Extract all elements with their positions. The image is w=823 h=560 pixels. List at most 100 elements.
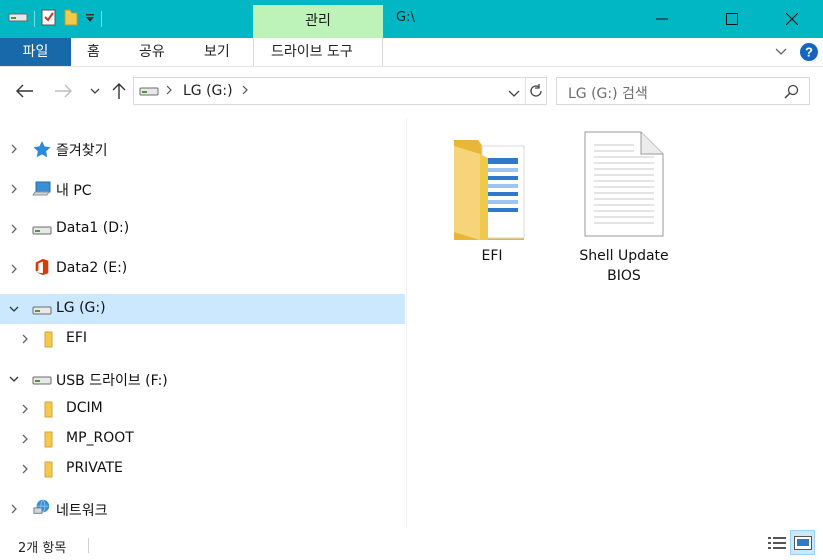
pane-divider[interactable] xyxy=(406,118,407,528)
nav-item-this-pc[interactable]: 내 PC xyxy=(0,174,405,204)
chevron-right-icon[interactable] xyxy=(8,503,20,515)
search-icon[interactable] xyxy=(784,84,799,103)
arrow-up-icon xyxy=(112,83,126,99)
breadcrumb-current[interactable]: LG (G:) xyxy=(183,83,233,99)
close-button[interactable] xyxy=(769,0,815,38)
expand-ribbon-button[interactable] xyxy=(774,45,788,63)
nav-item-lg-drive[interactable]: LG (G:) xyxy=(0,294,405,324)
folder-icon xyxy=(44,331,53,348)
chevron-right-icon[interactable] xyxy=(19,333,31,345)
chevron-down-icon xyxy=(508,90,520,97)
up-button[interactable] xyxy=(108,80,130,102)
details-view-icon xyxy=(767,536,786,549)
drive-icon xyxy=(32,306,52,315)
breadcrumb-chevron-icon[interactable] xyxy=(165,84,173,100)
tab-file[interactable]: 파일 xyxy=(0,38,71,66)
arrow-left-icon xyxy=(16,84,33,98)
tab-view[interactable]: 보기 xyxy=(204,38,230,66)
nav-item-usb-drive[interactable]: USB 드라이브 (F:) xyxy=(0,364,405,394)
nav-label: 네트워크 xyxy=(56,503,108,519)
chevron-right-icon[interactable] xyxy=(8,183,20,195)
text-file-icon xyxy=(584,131,664,237)
tab-drive-tools[interactable]: 드라이브 도구 xyxy=(271,38,353,66)
nav-label: EFI xyxy=(66,330,88,346)
drive-icon xyxy=(32,226,52,235)
drive-icon xyxy=(139,84,159,102)
tab-home[interactable]: 홈 xyxy=(87,38,100,66)
status-bar: 2개 항목 xyxy=(0,530,823,560)
chevron-right-icon[interactable] xyxy=(19,463,31,475)
address-history-button[interactable] xyxy=(508,87,520,102)
chevron-down-icon[interactable] xyxy=(8,373,20,385)
folder-icon xyxy=(44,461,53,478)
recent-locations-button[interactable] xyxy=(84,80,106,102)
refresh-button[interactable] xyxy=(528,83,544,103)
details-view-button[interactable] xyxy=(764,530,789,555)
office-icon xyxy=(35,258,49,276)
nav-item-private-folder[interactable]: PRIVATE xyxy=(0,454,405,484)
qat-divider xyxy=(101,11,102,27)
nav-label: PRIVATE xyxy=(66,460,123,476)
title-bar: 관리 G:\ xyxy=(0,0,823,38)
maximize-icon xyxy=(726,13,738,25)
nav-label: 즐겨찾기 xyxy=(56,143,108,159)
breadcrumb-chevron-icon[interactable] xyxy=(241,84,249,100)
refresh-icon xyxy=(530,84,542,97)
file-name-line1: Shell Update xyxy=(579,248,669,264)
ribbon-tabs: 파일 홈 공유 보기 드라이브 도구 ? xyxy=(0,38,823,67)
address-divider xyxy=(525,78,526,104)
nav-label: LG (G:) xyxy=(56,300,106,316)
properties-icon[interactable] xyxy=(41,8,57,30)
nav-label: MP_ROOT xyxy=(66,430,134,446)
minimize-icon xyxy=(656,18,668,20)
nav-item-dcim-folder[interactable]: DCIM xyxy=(0,394,405,424)
pc-icon xyxy=(32,181,51,196)
nav-label: Data2 (E:) xyxy=(56,260,128,276)
chevron-down-icon xyxy=(90,88,100,94)
window-title: G:\ xyxy=(396,10,415,25)
maximize-button[interactable] xyxy=(709,0,755,38)
back-button[interactable] xyxy=(14,80,36,102)
nav-item-quick-access[interactable]: 즐겨찾기 xyxy=(0,134,405,164)
nav-item-data2-drive[interactable]: Data2 (E:) xyxy=(0,254,405,284)
chevron-right-icon[interactable] xyxy=(8,263,20,275)
customize-qat-icon[interactable] xyxy=(85,12,95,27)
star-icon xyxy=(33,141,51,158)
arrow-right-icon xyxy=(55,84,72,98)
context-tab-manage[interactable]: 관리 xyxy=(253,5,383,38)
help-icon: ? xyxy=(800,43,818,61)
large-icons-view-icon xyxy=(793,535,812,550)
nav-item-mp-root-folder[interactable]: MP_ROOT xyxy=(0,424,405,454)
search-input[interactable]: LG (G:) 검색 xyxy=(568,83,648,103)
chevron-right-icon[interactable] xyxy=(19,433,31,445)
nav-label: DCIM xyxy=(66,400,103,416)
tab-share[interactable]: 공유 xyxy=(139,38,165,66)
nav-item-network[interactable]: 네트워크 xyxy=(0,494,405,524)
forward-button[interactable] xyxy=(52,80,74,102)
nav-item-data1-drive[interactable]: Data1 (D:) xyxy=(0,214,405,244)
nav-label: USB 드라이브 (F:) xyxy=(56,373,168,389)
drive-icon[interactable] xyxy=(8,10,28,28)
close-icon xyxy=(786,13,798,25)
address-bar[interactable]: LG (G:) xyxy=(133,77,547,105)
folder-icon xyxy=(44,401,53,418)
nav-label: Data1 (D:) xyxy=(56,220,130,236)
folder-icon xyxy=(44,431,53,448)
chevron-right-icon[interactable] xyxy=(8,223,20,235)
search-box[interactable]: LG (G:) 검색 xyxy=(556,77,810,105)
drive-icon xyxy=(32,376,52,385)
qat-divider xyxy=(34,11,35,27)
nav-label: 내 PC xyxy=(56,183,92,199)
chevron-down-icon xyxy=(775,48,787,55)
chevron-right-icon[interactable] xyxy=(19,403,31,415)
item-count: 2개 항목 xyxy=(18,541,67,556)
status-divider xyxy=(88,538,89,553)
large-icons-view-button[interactable] xyxy=(790,530,815,555)
new-folder-icon[interactable] xyxy=(63,8,79,30)
file-name: EFI xyxy=(481,248,503,264)
chevron-right-icon[interactable] xyxy=(8,143,20,155)
nav-item-efi-folder[interactable]: EFI xyxy=(0,324,405,354)
minimize-button[interactable] xyxy=(639,0,685,38)
help-button[interactable]: ? xyxy=(799,42,819,66)
chevron-down-icon[interactable] xyxy=(8,303,20,315)
